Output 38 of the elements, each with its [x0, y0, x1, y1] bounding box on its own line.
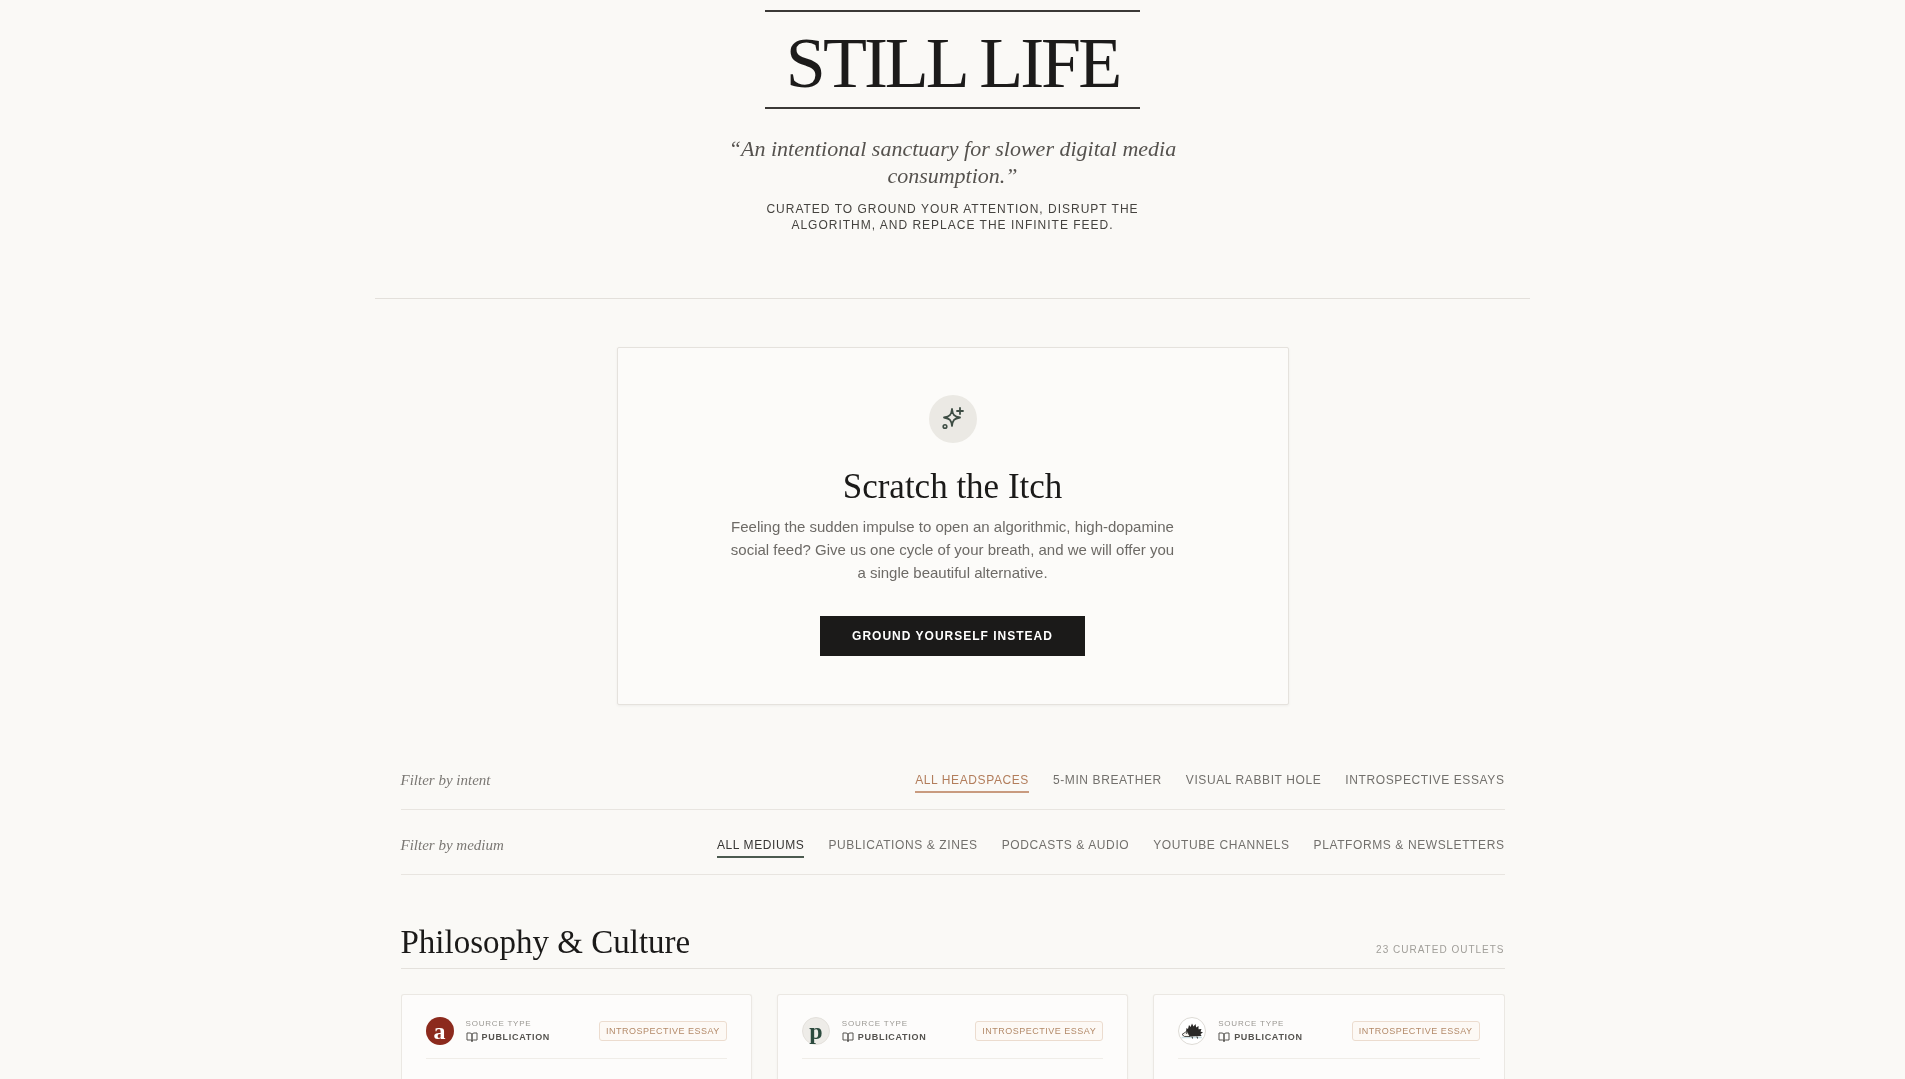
filter-tab[interactable]: 5-MIN BREATHER	[1052, 772, 1162, 793]
subtitle: CURATED TO GROUND YOUR ATTENTION, DISRUPT THE ALGORITHM, AND REPLACE THE INFINITE FEED.	[765, 201, 1140, 233]
outlet-count: 23 CURATED OUTLETS	[1376, 944, 1505, 956]
site-title: STILL LIFE	[785, 27, 1120, 99]
source-type: PUBLICATION	[1234, 1031, 1303, 1043]
outlet-card[interactable]: SOURCE TYPE PUBLICATION INTROSPECTIVE ESSAY	[1153, 994, 1505, 1079]
filter-label: Filter by intent	[400, 772, 491, 788]
book-icon	[841, 1031, 854, 1043]
source-label: SOURCE TYPE	[1218, 1019, 1286, 1029]
tagline: “An intentional sanctuary for slower digital media consumption.”	[727, 134, 1178, 189]
section-title: Philosophy & Culture	[400, 923, 691, 962]
hedgehog-icon	[1178, 1017, 1207, 1045]
source-label: SOURCE TYPE	[465, 1019, 533, 1029]
outlet-card[interactable]: p SOURCE TYPE PUBLICATION INTROSPECTIVE ESSAY	[776, 994, 1129, 1079]
filter-tab[interactable]: YOUTUBE CHANNELS	[1153, 837, 1290, 858]
filter-tab[interactable]: PLATFORMS & NEWSLETTERS	[1313, 837, 1505, 858]
category-tag: INTROSPECTIVE ESSAY	[975, 1021, 1104, 1041]
filter-label: Filter by medium	[400, 837, 504, 853]
filter-tab[interactable]: PUBLICATIONS & ZINES	[828, 837, 978, 858]
filter-tab[interactable]: ALL MEDIUMS	[716, 837, 805, 858]
outlet-card[interactable]: a SOURCE TYPE PUBLICATION INTROSPECTIVE ESSAY	[400, 994, 752, 1079]
source-label: SOURCE TYPE	[841, 1019, 909, 1029]
sparkle-icon	[928, 395, 977, 443]
source-type: PUBLICATION	[857, 1031, 927, 1043]
filter-tab[interactable]: PODCASTS & AUDIO	[1001, 837, 1130, 858]
source-type: PUBLICATION	[481, 1031, 551, 1043]
filter-tab[interactable]: ALL HEADSPACES	[915, 772, 1029, 793]
card-description: Feeling the sudden impulse to open an algorithmic, high-dopamine social feed? Give us one cycle of your breath, and we will offer you a single beautiful alternative.	[729, 516, 1176, 583]
category-tag: INTROSPECTIVE ESSAY	[1351, 1021, 1480, 1041]
filter-tab[interactable]: INTROSPECTIVE ESSAYS	[1345, 772, 1505, 793]
card-title: Scratch the Itch	[842, 466, 1063, 508]
book-icon	[1218, 1031, 1231, 1043]
ground-yourself-button[interactable]: GROUND YOURSELF INSTEAD	[820, 616, 1085, 656]
publication-logo: a	[425, 1017, 454, 1045]
category-tag: INTROSPECTIVE ESSAY	[598, 1021, 727, 1041]
book-icon	[465, 1031, 478, 1043]
filter-tab[interactable]: VISUAL RABBIT HOLE	[1185, 772, 1322, 793]
publication-logo: p	[801, 1017, 830, 1045]
